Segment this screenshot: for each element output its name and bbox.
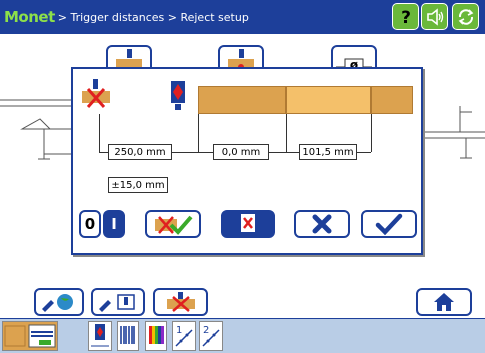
color-bars-icon	[149, 326, 164, 344]
check-icon	[375, 213, 403, 235]
sound-button[interactable]	[421, 3, 448, 30]
reject-board-icon	[166, 292, 195, 312]
app-logo: Monet	[4, 8, 55, 26]
accept-reject-button[interactable]	[145, 210, 201, 238]
tolerance-field[interactable]: ±15,0 mm	[108, 177, 168, 193]
confirm-button[interactable]	[361, 210, 417, 238]
board-section-left	[198, 86, 286, 114]
close-icon	[312, 214, 332, 234]
home-icon	[434, 293, 454, 311]
toggle-off-button[interactable]: 0	[79, 210, 101, 238]
refresh-icon	[458, 8, 473, 25]
board-view-icon	[4, 324, 56, 348]
sound-icon	[426, 7, 443, 26]
toggle-off-label: 0	[84, 215, 96, 233]
edit-global-button[interactable]	[34, 288, 84, 316]
toggle-on-label: I	[111, 215, 117, 233]
tool-graph-2[interactable]: 2	[199, 321, 223, 351]
breadcrumb: > Trigger distances > Reject setup	[57, 10, 249, 24]
tool-sensor[interactable]	[88, 321, 112, 351]
graph-one-icon: 1	[175, 325, 193, 347]
reject-mode-icon	[241, 214, 255, 232]
help-icon: ?	[401, 8, 411, 27]
graph-two-icon: 2	[202, 325, 220, 347]
board-section-reject	[286, 86, 371, 114]
home-button[interactable]	[416, 288, 472, 316]
tool-graph-1[interactable]: 1	[172, 321, 196, 351]
edit-sensor-icon	[99, 294, 135, 312]
reject-mode-button[interactable]	[221, 210, 275, 238]
reject-check-icon	[155, 215, 193, 235]
help-button[interactable]: ?	[392, 3, 419, 30]
svg-text:?: ?	[401, 8, 411, 27]
reject-offset-field[interactable]: 0,0 mm	[213, 144, 269, 160]
reject-sensor-icon	[171, 81, 185, 110]
main-area: ø 250,0 mm 0,0 mm 101,5 mm ±15,0 mm 0 I	[0, 34, 485, 318]
reject-distance-field[interactable]: 250,0 mm	[108, 144, 172, 160]
tool-board-view[interactable]	[2, 321, 58, 351]
edit-global-icon	[42, 294, 73, 312]
reject-board-button[interactable]	[153, 288, 208, 316]
barcode-icon	[120, 326, 135, 344]
tool-color[interactable]	[145, 321, 167, 351]
board-section-right	[371, 86, 413, 114]
reject-setup-dialog: 250,0 mm 0,0 mm 101,5 mm ±15,0 mm 0 I	[71, 67, 423, 255]
reject-board-icon	[82, 79, 110, 108]
cancel-button[interactable]	[294, 210, 350, 238]
bottom-toolbar: 1 2	[0, 318, 485, 353]
title-bar: Monet > Trigger distances > Reject setup…	[0, 0, 485, 34]
toggle-on-button[interactable]: I	[103, 210, 125, 238]
refresh-button[interactable]	[452, 3, 479, 30]
svg-text:2: 2	[203, 325, 209, 336]
edit-sensor-button[interactable]	[91, 288, 145, 316]
tool-barcode[interactable]	[117, 321, 139, 351]
reject-length-field[interactable]: 101,5 mm	[299, 144, 357, 160]
sensor-icon	[91, 324, 109, 347]
svg-text:1: 1	[176, 325, 182, 336]
